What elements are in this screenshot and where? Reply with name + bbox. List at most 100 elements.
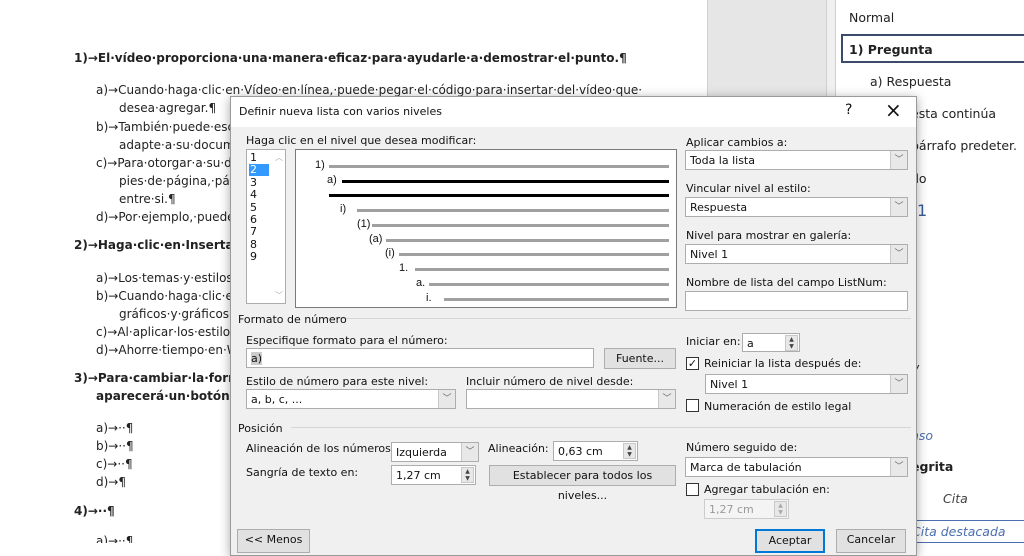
include-level-select[interactable]: ﹀ [466, 389, 676, 409]
spinner-arrows-icon[interactable]: ▲ ▼ [461, 467, 474, 483]
link-style-value: Respuesta [690, 201, 748, 214]
add-tab-spinner[interactable]: 1,27 cm ▲ ▼ [704, 499, 789, 519]
chevron-down-icon: ﹀ [461, 443, 478, 461]
level-item[interactable]: 2 [249, 164, 269, 177]
document-line[interactable]: b)→··¶ [96, 439, 134, 453]
preview-number: 1) [315, 159, 325, 171]
restart-level-select[interactable]: Nivel 1 ﹀ [705, 374, 908, 394]
number-alignment-select[interactable]: Izquierda ﹀ [391, 442, 479, 462]
document-line[interactable]: 1)→El·vídeo·proporciona·una·manera·efica… [74, 51, 627, 65]
style-cita-destacada[interactable]: Cita destacada [912, 520, 1024, 543]
document-line[interactable]: entre·si.¶ [119, 192, 176, 206]
document-line[interactable]: c)→··¶ [96, 457, 133, 471]
preview-line [357, 209, 669, 212]
scroll-down-icon[interactable]: ﹀ [275, 290, 283, 301]
document-line[interactable]: pies·de·página,·págir [119, 174, 246, 188]
document-line[interactable]: 4)→··¶ [74, 504, 115, 518]
follow-number-label: Número seguido de: [686, 441, 798, 454]
legal-numbering-checkbox[interactable] [686, 399, 699, 412]
level-item[interactable]: 8 [249, 238, 269, 251]
style-parrafo-predeter[interactable]: párrafo predeter. [911, 138, 1017, 153]
document-line[interactable]: adapte·a·su·docume [119, 138, 242, 152]
add-tab-checkbox[interactable] [686, 483, 699, 496]
level-item[interactable]: 3 [249, 176, 269, 189]
preview-number: a) [327, 174, 337, 186]
start-at-spinner[interactable]: a ▲ ▼ [742, 333, 800, 352]
format-value: a) [251, 352, 263, 365]
level-item[interactable]: 5 [249, 201, 269, 214]
document-line[interactable]: desea·agregar.¶ [119, 101, 216, 115]
close-icon[interactable]: × [885, 98, 902, 122]
gallery-level-select[interactable]: Nivel 1 ﹀ [685, 244, 908, 264]
style-cita[interactable]: Cita [943, 491, 968, 506]
scroll-up-icon[interactable]: ︿ [275, 152, 283, 163]
less-button[interactable]: << Menos [237, 529, 310, 553]
level-preview[interactable]: 1) a) i) (1) (a) (i) 1. a. i. [295, 149, 677, 308]
style-label: Cita destacada [912, 524, 1006, 539]
preview-number: a. [416, 277, 426, 289]
level-item[interactable]: 7 [249, 226, 269, 238]
document-line[interactable]: b)→También·puede·escr [96, 120, 239, 134]
document-line[interactable]: d)→Ahorre·tiempo·en·W [96, 343, 239, 357]
preview-number: i. [426, 292, 432, 304]
document-line[interactable]: b)→Cuando·haga·clic·en [96, 289, 240, 303]
ok-button[interactable]: Aceptar [755, 529, 825, 553]
number-alignment-label: Alineación de los números: [246, 442, 395, 455]
preview-line [329, 194, 669, 197]
chevron-down-icon: ﹀ [890, 245, 907, 263]
document-line[interactable]: gráficos·y·gráficos·Sr [119, 307, 245, 321]
style-negrita[interactable]: egrita [911, 459, 953, 474]
divider [321, 318, 911, 319]
font-button[interactable]: Fuente... [604, 348, 676, 369]
document-line[interactable]: c)→Al·aplicar·los·estilos, [96, 325, 240, 339]
document-line[interactable]: d)→Por·ejemplo,·puede· [96, 210, 238, 224]
dialog-titlebar[interactable]: Definir nueva lista con varios niveles ?… [231, 97, 916, 127]
level-item[interactable]: 9 [249, 251, 269, 263]
chevron-down-icon: ﹀ [438, 390, 455, 408]
document-line[interactable]: a)→Los·temas·y·estilos·t [96, 271, 241, 285]
document-line[interactable]: a)→··¶ [96, 421, 133, 435]
apply-select[interactable]: Toda la lista ﹀ [685, 150, 908, 170]
number-style-select[interactable]: a, b, c, ... ﹀ [246, 389, 456, 409]
level-item[interactable]: 4 [249, 189, 269, 201]
style-pregunta[interactable]: 1) Pregunta [841, 34, 1024, 63]
spinner-arrows-icon[interactable]: ▲ ▼ [774, 501, 787, 517]
spinner-arrows-icon[interactable]: ▲ ▼ [623, 443, 636, 459]
style-label: 1) Pregunta [849, 42, 933, 57]
follow-number-value: Marca de tabulación [690, 461, 802, 474]
chevron-down-icon: ﹀ [890, 198, 907, 216]
number-style-label: Estilo de número para este nivel: [246, 375, 429, 388]
set-for-all-levels-button[interactable]: Establecer para todos los niveles... [489, 465, 676, 502]
number-format-section: Formato de número [238, 313, 347, 326]
text-indent-spinner[interactable]: 1,27 cm ▲ ▼ [391, 465, 476, 485]
start-at-value: a [747, 337, 754, 350]
aligned-at-spinner[interactable]: 0,63 cm ▲ ▼ [553, 441, 638, 461]
style-respuesta[interactable]: a) Respuesta [870, 74, 951, 89]
chevron-down-icon: ﹀ [890, 151, 907, 169]
style-titulo-1[interactable]: 1 [917, 201, 927, 220]
restart-checkbox[interactable]: ✓ [686, 357, 699, 370]
link-style-select[interactable]: Respuesta ﹀ [685, 197, 908, 217]
style-normal[interactable]: Normal [849, 10, 894, 25]
document-line[interactable]: a)→··¶ [96, 534, 133, 543]
listnum-input[interactable] [685, 291, 908, 311]
spinner-arrows-icon[interactable]: ▲ ▼ [785, 335, 798, 351]
style-respuesta-continua[interactable]: esta continúa [911, 106, 996, 121]
document-line[interactable]: a)→Cuando·haga·clic·en·Vídeo·en·línea,·p… [96, 83, 642, 97]
level-list[interactable]: ︿ ﹀ 123456789 [246, 149, 286, 304]
follow-number-select[interactable]: Marca de tabulación ﹀ [685, 457, 908, 477]
document-line[interactable]: d)→¶ [96, 475, 126, 489]
level-item[interactable]: 6 [249, 214, 269, 226]
cancel-button[interactable]: Cancelar [836, 529, 906, 553]
level-item[interactable]: 1 [249, 152, 269, 164]
chevron-down-icon: ﹀ [890, 375, 907, 393]
add-tab-value: 1,27 cm [709, 503, 754, 516]
document-line[interactable]: c)→Para·otorgar·a·su·do [96, 156, 239, 170]
aligned-at-value: 0,63 cm [558, 445, 603, 458]
help-button[interactable]: ? [845, 102, 852, 118]
start-at-label: Iniciar en: [686, 335, 741, 348]
aligned-at-label: Alineación: [488, 442, 549, 455]
format-input[interactable]: a) [246, 348, 594, 368]
number-style-value: a, b, c, ... [251, 393, 303, 406]
define-multilevel-list-dialog: Definir nueva lista con varios niveles ?… [230, 96, 917, 556]
